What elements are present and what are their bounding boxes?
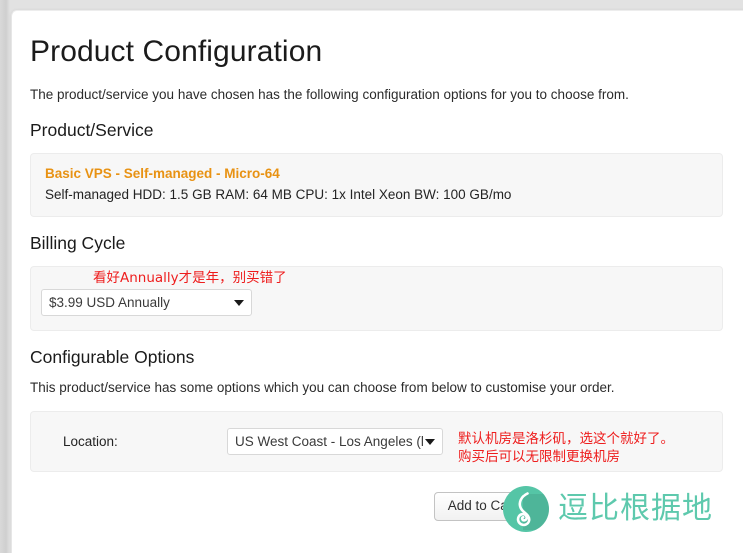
section-title-billing-cycle: Billing Cycle bbox=[30, 233, 731, 254]
billing-cycle-box: 看好Annually才是年，别买错了 $3.99 USD Annually bbox=[30, 266, 723, 331]
content-panel: Product Configuration The product/servic… bbox=[11, 10, 743, 553]
billing-annotation-note: 看好Annually才是年，别买错了 bbox=[93, 269, 287, 287]
swirl-glyph bbox=[503, 486, 549, 532]
product-summary-box: Basic VPS - Self-managed - Micro-64 Self… bbox=[30, 153, 723, 217]
chevron-down-icon bbox=[425, 439, 435, 445]
location-select[interactable]: US West Coast - Los Angeles (l bbox=[227, 428, 443, 455]
configurable-options-intro: This product/service has some options wh… bbox=[30, 380, 731, 395]
configurable-options-box: Location: US West Coast - Los Angeles (l… bbox=[30, 411, 723, 472]
location-annotation-note: 默认机房是洛杉矶，选这个就好了。 购买后可以无限制更换机房 bbox=[458, 430, 674, 466]
page-title: Product Configuration bbox=[30, 35, 731, 68]
option-label-location: Location: bbox=[45, 434, 227, 449]
location-annotation-line1: 默认机房是洛杉矶，选这个就好了。 bbox=[458, 430, 674, 448]
section-title-product-service: Product/Service bbox=[30, 120, 731, 141]
page-intro-text: The product/service you have chosen has … bbox=[30, 86, 731, 104]
page-background: Product Configuration The product/servic… bbox=[0, 0, 743, 553]
location-annotation-line2: 购买后可以无限制更换机房 bbox=[458, 448, 674, 466]
product-description: Self-managed HDD: 1.5 GB RAM: 64 MB CPU:… bbox=[45, 187, 708, 204]
location-select-value: US West Coast - Los Angeles (l bbox=[235, 434, 424, 449]
product-name: Basic VPS - Self-managed - Micro-64 bbox=[45, 166, 708, 182]
footer-actions: Add to Cart 逗比根据地 bbox=[30, 488, 723, 553]
swirl-logo-icon bbox=[503, 486, 549, 532]
chevron-down-icon bbox=[234, 300, 244, 306]
billing-cycle-select[interactable]: $3.99 USD Annually bbox=[41, 289, 252, 316]
site-watermark: 逗比根据地 bbox=[503, 486, 713, 532]
section-title-configurable-options: Configurable Options bbox=[30, 347, 731, 368]
watermark-text: 逗比根据地 bbox=[558, 494, 713, 524]
billing-cycle-select-value: $3.99 USD Annually bbox=[49, 295, 170, 310]
